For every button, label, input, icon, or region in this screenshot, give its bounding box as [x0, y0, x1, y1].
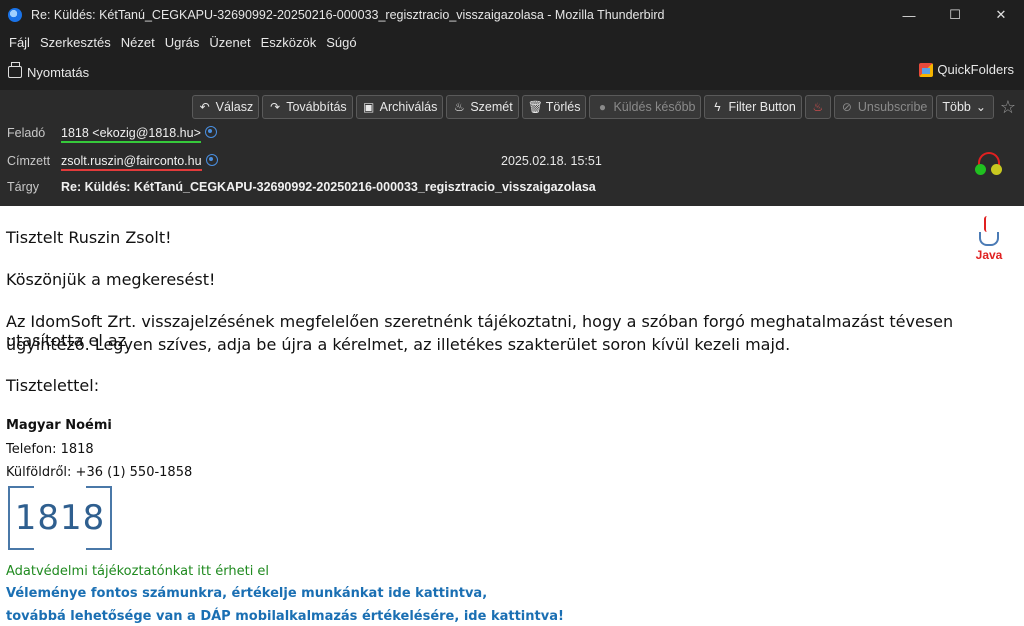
- extension-button[interactable]: ♨: [804, 95, 831, 119]
- window-title: Re: Küldés: KétTanú_CEGKAPU-32690992-202…: [31, 8, 665, 22]
- unsubscribe-label: Unsubscribe: [857, 100, 928, 114]
- chevron-down-icon: ⌄: [975, 100, 986, 114]
- header-actions: ↶ Válasz ↷ Továbbítás ▣ Archiválás ♨ Szemét …: [189, 95, 1016, 119]
- junk-button[interactable]: ♨ Szemét: [446, 95, 519, 119]
- signature-phone: Telefon: 1818: [6, 442, 94, 457]
- archive-icon: ▣: [363, 100, 375, 114]
- subject-label: Tárgy: [7, 180, 39, 194]
- to-address[interactable]: zsolt.ruszin@fairconto.hu: [61, 154, 202, 171]
- logo-text: 1818: [14, 498, 106, 538]
- menu-edit[interactable]: Szerkesztés: [35, 35, 116, 50]
- java-extension-icon: ♨: [812, 100, 824, 114]
- from-label: Feladó: [7, 126, 46, 140]
- more-label: Több: [942, 100, 971, 114]
- filter-label: Filter Button: [728, 100, 796, 114]
- filter-button[interactable]: ϟ Filter Button: [704, 95, 802, 119]
- menu-view[interactable]: Nézet: [116, 35, 160, 50]
- menu-file[interactable]: Fájl: [4, 35, 35, 50]
- logo-1818: 1818: [8, 486, 112, 550]
- send-later-label: Küldés később: [613, 100, 696, 114]
- message-body: Tisztelt Ruszin Zsolt! Köszönjük a megke…: [0, 206, 1024, 626]
- feedback-link-line-2[interactable]: továbbá lehetősége van a DÁP mobilalkalm…: [6, 609, 564, 624]
- send-later-button[interactable]: ● Küldés később: [589, 95, 702, 119]
- send-later-icon: ●: [598, 100, 607, 114]
- forward-button[interactable]: ↷ Továbbítás: [262, 95, 353, 119]
- more-button[interactable]: Több ⌄: [936, 95, 994, 119]
- menu-go[interactable]: Ugrás: [160, 35, 205, 50]
- thanks-line: Köszönjük a megkeresést!: [6, 270, 216, 289]
- junk-label: Szemét: [470, 100, 513, 114]
- forward-icon: ↷: [270, 100, 281, 114]
- print-toolbar: Nyomtatás QuickFolders: [0, 54, 1024, 90]
- delete-button[interactable]: 🗑 Törlés: [521, 95, 587, 119]
- maximize-button[interactable]: ☐: [932, 0, 978, 30]
- menu-help[interactable]: Súgó: [321, 35, 361, 50]
- archive-label: Archiválás: [379, 100, 438, 114]
- close-button[interactable]: ✕: [978, 0, 1024, 30]
- menu-bar: Fájl Szerkesztés Nézet Ugrás Üzenet Eszk…: [0, 30, 1024, 54]
- star-icon[interactable]: ☆: [1000, 97, 1016, 118]
- contact-icon[interactable]: [204, 126, 217, 138]
- quickfolders-icon: [919, 62, 934, 77]
- unsubscribe-button[interactable]: ⊘ Unsubscribe: [833, 95, 934, 119]
- to-label: Címzett: [7, 154, 51, 168]
- privacy-link[interactable]: Adatvédelmi tájékoztatónkat itt érheti e…: [6, 564, 269, 579]
- reply-label: Válasz: [215, 100, 254, 114]
- quickfolders-button[interactable]: QuickFolders: [919, 62, 1014, 77]
- printer-icon: [8, 62, 22, 78]
- paragraph-line-2: ügyintéző. Legyen szíves, adja be újra a…: [6, 335, 791, 354]
- from-address[interactable]: 1818 <ekozig@1818.hu>: [61, 126, 201, 143]
- reply-icon: ↶: [199, 100, 210, 114]
- message-header: ↶ Válasz ↷ Továbbítás ▣ Archiválás ♨ Szemét …: [0, 90, 1024, 206]
- reply-button[interactable]: ↶ Válasz: [191, 95, 260, 119]
- java-logo: Java: [972, 214, 1006, 268]
- title-bar: Re: Küldés: KétTanú_CEGKAPU-32690992-202…: [0, 0, 1024, 30]
- to-value-wrap: zsolt.ruszin@fairconto.hu: [61, 154, 218, 171]
- menu-message[interactable]: Üzenet: [204, 35, 255, 50]
- thunderbird-app-icon: [8, 8, 22, 22]
- from-value-wrap: 1818 <ekozig@1818.hu>: [61, 126, 217, 143]
- trash-icon: 🗑: [527, 100, 543, 114]
- minimize-button[interactable]: —: [886, 0, 932, 30]
- signature-abroad-phone: Külföldről: +36 (1) 550-1858: [6, 465, 193, 480]
- print-button[interactable]: Nyomtatás: [8, 62, 90, 80]
- menu-tools[interactable]: Eszközök: [256, 35, 322, 50]
- message-date: 2025.02.18. 15:51: [501, 154, 602, 168]
- greeting: Tisztelt Ruszin Zsolt!: [6, 228, 172, 247]
- lightning-icon: ϟ: [714, 100, 721, 114]
- unsubscribe-icon: ⊘: [841, 100, 852, 114]
- subject-value: Re: Küldés: KétTanú_CEGKAPU-32690992-202…: [61, 180, 596, 194]
- quickfolders-label: QuickFolders: [937, 62, 1014, 77]
- archive-button[interactable]: ▣ Archiválás: [355, 95, 444, 119]
- contact-icon[interactable]: [205, 154, 218, 166]
- signature-name: Magyar Noémi: [6, 418, 112, 433]
- forward-label: Továbbítás: [286, 100, 347, 114]
- window-controls: — ☐ ✕: [886, 0, 1024, 30]
- headset-icon[interactable]: [974, 150, 1004, 180]
- print-label: Nyomtatás: [27, 64, 90, 80]
- closing: Tisztelettel:: [6, 376, 100, 395]
- feedback-link-line-1[interactable]: Véleménye fontos számunkra, értékelje mu…: [6, 586, 487, 601]
- delete-label: Törlés: [545, 100, 581, 114]
- java-label: Java: [975, 248, 1003, 262]
- junk-flame-icon: ♨: [453, 100, 465, 114]
